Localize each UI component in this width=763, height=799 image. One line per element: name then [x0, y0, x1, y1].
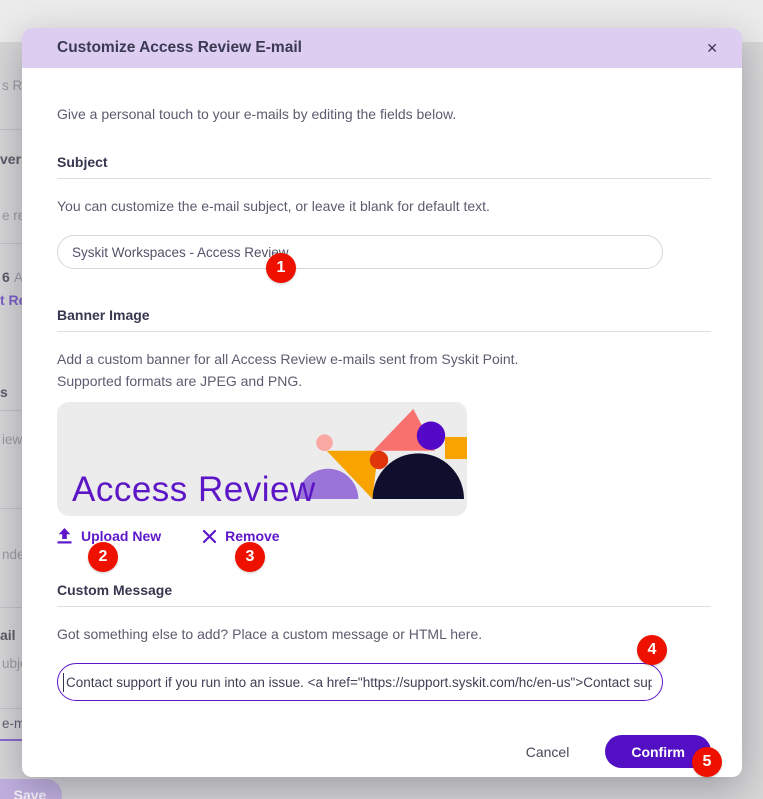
annotation-badge-1: 1: [266, 253, 296, 283]
subject-input-value: Syskit Workspaces - Access Review: [72, 244, 289, 260]
upload-new-link[interactable]: Upload New: [57, 528, 161, 544]
bg-text-fragment: ail: [0, 627, 16, 643]
annotation-badge-2: 2: [88, 542, 118, 572]
bg-input-underline: [0, 739, 22, 741]
subject-description: You can customize the e-mail subject, or…: [57, 198, 490, 214]
save-button[interactable]: Save: [0, 779, 62, 799]
custom-message-section-heading: Custom Message: [57, 582, 711, 607]
bg-divider: [0, 243, 22, 244]
violet-circle-shape: [416, 421, 446, 450]
bg-divider: [0, 410, 22, 411]
annotation-badge-4: 4: [637, 635, 667, 665]
bg-divider: [0, 508, 22, 509]
banner-description: Add a custom banner for all Access Revie…: [57, 348, 711, 392]
remove-link[interactable]: Remove: [203, 528, 280, 544]
orange-square-shape: [445, 437, 467, 459]
subject-section-heading: Subject: [57, 154, 711, 179]
banner-image-preview: Access Review: [57, 402, 467, 516]
custom-message-input[interactable]: Contact support if you run into an issue…: [57, 663, 663, 701]
upload-new-label: Upload New: [81, 528, 162, 544]
customize-email-dialog: Customize Access Review E-mail ✕ Give a …: [22, 28, 742, 777]
bg-text-fragment: iew: [2, 432, 23, 447]
bg-divider: [0, 708, 22, 709]
bg-divider: [0, 607, 22, 608]
banner-description-line2: Supported formats are JPEG and PNG.: [57, 373, 303, 389]
custom-message-input-value: Contact support if you run into an issue…: [66, 674, 652, 690]
dialog-header: Customize Access Review E-mail ✕: [22, 28, 742, 68]
dialog-body: Give a personal touch to your e-mails by…: [22, 106, 742, 768]
text-cursor: [63, 672, 64, 692]
pink-circle-shape: [316, 434, 333, 451]
cancel-button[interactable]: Cancel: [518, 738, 578, 766]
banner-description-line1: Add a custom banner for all Access Revie…: [57, 351, 519, 367]
bg-text-fragment: s: [0, 384, 8, 400]
remove-x-icon: [203, 529, 217, 543]
close-icon[interactable]: ✕: [700, 37, 724, 59]
upload-icon: [57, 528, 72, 544]
dialog-intro-text: Give a personal touch to your e-mails by…: [57, 106, 457, 122]
page: s Re vers e re 6 Ac t Re s iew nde ail u…: [0, 0, 763, 799]
dialog-footer: Cancel Confirm: [57, 735, 711, 768]
bg-divider: [0, 129, 22, 130]
banner-image-text: Access Review: [72, 470, 316, 509]
custom-message-description: Got something else to add? Place a custo…: [57, 626, 483, 642]
bg-text-fragment: 6: [2, 269, 10, 285]
annotation-badge-3: 3: [235, 542, 265, 572]
banner-actions-row: Upload New Remove: [57, 528, 711, 544]
annotation-badge-5: 5: [692, 747, 722, 777]
banner-graphic: Access Review: [72, 409, 467, 509]
red-circle-shape: [369, 450, 389, 470]
subject-input[interactable]: Syskit Workspaces - Access Review: [57, 235, 663, 269]
dialog-title: Customize Access Review E-mail: [57, 39, 302, 56]
banner-section-heading: Banner Image: [57, 307, 711, 332]
